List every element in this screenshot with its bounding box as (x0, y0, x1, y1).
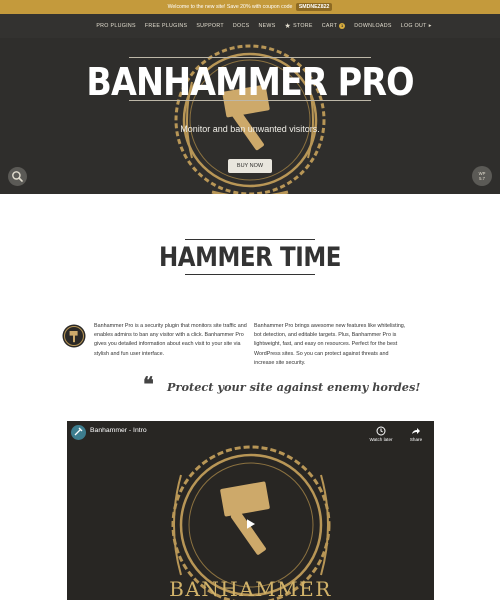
cart-count-badge: 1 (339, 23, 346, 29)
clock-icon (376, 426, 386, 436)
nav-item-downloads[interactable]: DOWNLOADS (354, 23, 391, 29)
hero-subtitle: Monitor and ban unwanted visitors. (180, 124, 320, 134)
play-button-icon[interactable] (247, 519, 255, 529)
star-icon: ★ (284, 23, 292, 30)
nav-item-support[interactable]: SUPPORT (196, 23, 224, 29)
video-thumbnail-emblem (171, 445, 331, 600)
chevron-right-icon: ▸ (428, 23, 432, 29)
announcement-bar: Welcome to the new site! Save 20% with c… (0, 0, 500, 14)
nav-item-cart[interactable]: CART 1 (322, 23, 346, 29)
nav-item-log-out[interactable]: LOG OUT ▸ (401, 23, 432, 29)
hero-banner: BANHAMMER PRO Monitor and ban unwanted v… (0, 38, 500, 194)
announcement-text: Welcome to the new site! Save 20% with c… (167, 4, 293, 10)
nav-item-pro-plugins[interactable]: PRO PLUGINS (96, 23, 136, 29)
coupon-code: SMDNEZ822 (295, 3, 333, 11)
share-button[interactable]: Share (403, 426, 429, 442)
nav-item-free-plugins[interactable]: FREE PLUGINS (145, 23, 187, 29)
hero-rule-top (129, 57, 371, 58)
about-text-right: Banhammer Pro brings awesome new feature… (254, 323, 406, 366)
channel-avatar[interactable] (71, 425, 86, 440)
video-player[interactable]: Banhammer - Intro Watch later Share BANH… (67, 421, 434, 600)
nav-item-docs[interactable]: DOCS (233, 23, 250, 29)
section-rule-bottom (185, 274, 315, 275)
banhammer-logo-icon (62, 324, 86, 348)
hero-rule-bottom (129, 100, 371, 101)
section-rule-top (185, 239, 315, 240)
quote-icon: ❝ (143, 372, 154, 396)
section-title: HAMMER TIME (158, 242, 342, 273)
video-title[interactable]: Banhammer - Intro (90, 427, 147, 434)
buy-now-button[interactable]: BUY NOW (228, 159, 272, 173)
channel-logo-icon (74, 427, 83, 436)
search-icon (12, 171, 23, 182)
video-wordmark: BANHAMMER (169, 577, 332, 600)
main-nav: PRO PLUGINS FREE PLUGINS SUPPORT DOCS NE… (0, 14, 500, 38)
watch-later-button[interactable]: Watch later (368, 426, 394, 442)
nav-item-news[interactable]: NEWS (258, 23, 275, 29)
wp-version-badge[interactable]: WP 5.7 (472, 166, 492, 186)
about-text-left: Banhammer Pro is a security plugin that … (94, 323, 247, 357)
share-icon (412, 428, 420, 434)
hero-title: BANHAMMER PRO (86, 60, 414, 104)
nav-item-store[interactable]: ★ STORE (285, 22, 313, 30)
tagline-quote: Protect your site against enemy hordes! (167, 380, 421, 394)
search-button[interactable] (8, 167, 27, 186)
